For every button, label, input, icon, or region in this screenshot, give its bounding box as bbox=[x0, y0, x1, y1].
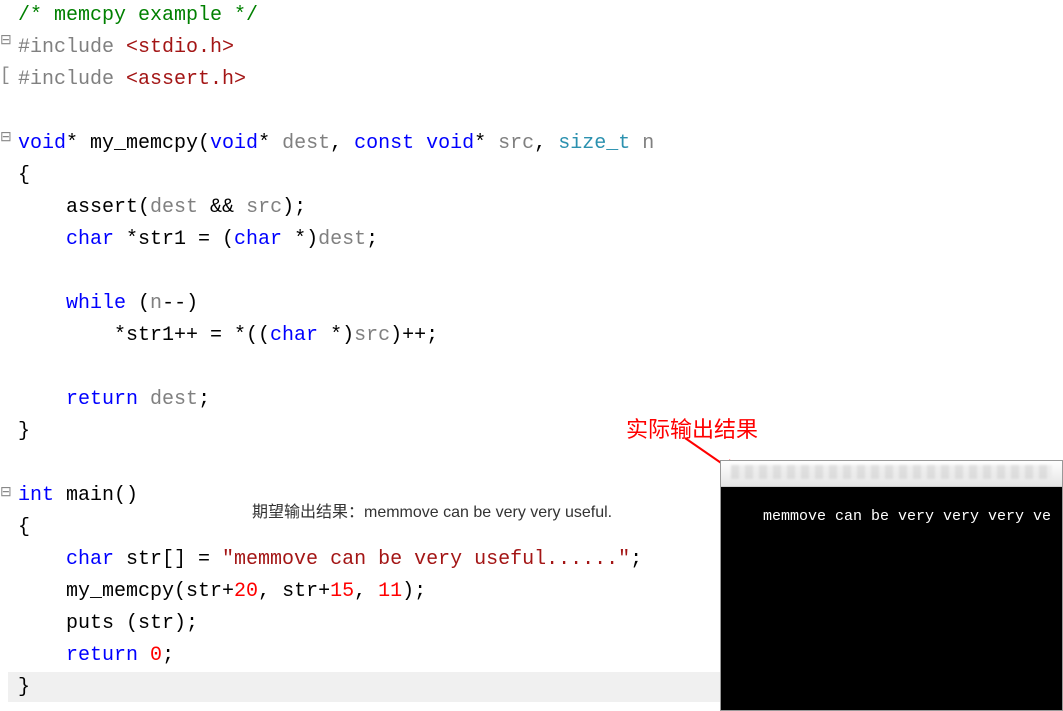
include-header: <stdio.h> bbox=[126, 36, 234, 59]
code-line-5[interactable]: void* my_memcpy(void* dest, const void* … bbox=[8, 128, 1063, 160]
code-line-1[interactable]: /* memcpy example */ bbox=[8, 0, 1063, 32]
actual-output-label: 实际输出结果 bbox=[626, 412, 758, 444]
titlebar-blur bbox=[731, 465, 1052, 479]
fold-gutter: ⊟ [ ⊟ ⊟ bbox=[0, 0, 12, 711]
code-line-2[interactable]: #include <stdio.h> bbox=[8, 32, 1063, 64]
preproc-include: #include bbox=[18, 36, 126, 59]
code-line-14[interactable]: } bbox=[8, 416, 1063, 448]
preproc-include: #include bbox=[18, 68, 126, 91]
code-line-3[interactable]: #include <assert.h> bbox=[8, 64, 1063, 96]
console-window[interactable]: memmove can be very very very ve bbox=[720, 460, 1063, 711]
include-header: <assert.h> bbox=[126, 68, 246, 91]
fold-bracket-icon: [ bbox=[0, 67, 11, 85]
console-titlebar[interactable] bbox=[721, 461, 1062, 487]
fold-minus-icon[interactable]: ⊟ bbox=[0, 131, 12, 145]
code-line-12[interactable] bbox=[8, 352, 1063, 384]
expected-output-label: 期望输出结果：memmove can be very very useful. bbox=[252, 498, 612, 522]
code-line-9[interactable] bbox=[8, 256, 1063, 288]
code-line-8[interactable]: char *str1 = (char *)dest; bbox=[8, 224, 1063, 256]
code-line-6[interactable]: { bbox=[8, 160, 1063, 192]
code-line-7[interactable]: assert(dest && src); bbox=[8, 192, 1063, 224]
code-line-13[interactable]: return dest; bbox=[8, 384, 1063, 416]
console-output: memmove can be very very very ve bbox=[721, 487, 1062, 710]
code-line-11[interactable]: *str1++ = *((char *)src)++; bbox=[8, 320, 1063, 352]
fold-minus-icon[interactable]: ⊟ bbox=[0, 34, 12, 48]
comment-text: /* memcpy example */ bbox=[18, 4, 258, 27]
console-text: memmove can be very very very ve bbox=[763, 508, 1051, 525]
code-line-10[interactable]: while (n--) bbox=[8, 288, 1063, 320]
fold-minus-icon[interactable]: ⊟ bbox=[0, 486, 12, 500]
code-line-4[interactable] bbox=[8, 96, 1063, 128]
